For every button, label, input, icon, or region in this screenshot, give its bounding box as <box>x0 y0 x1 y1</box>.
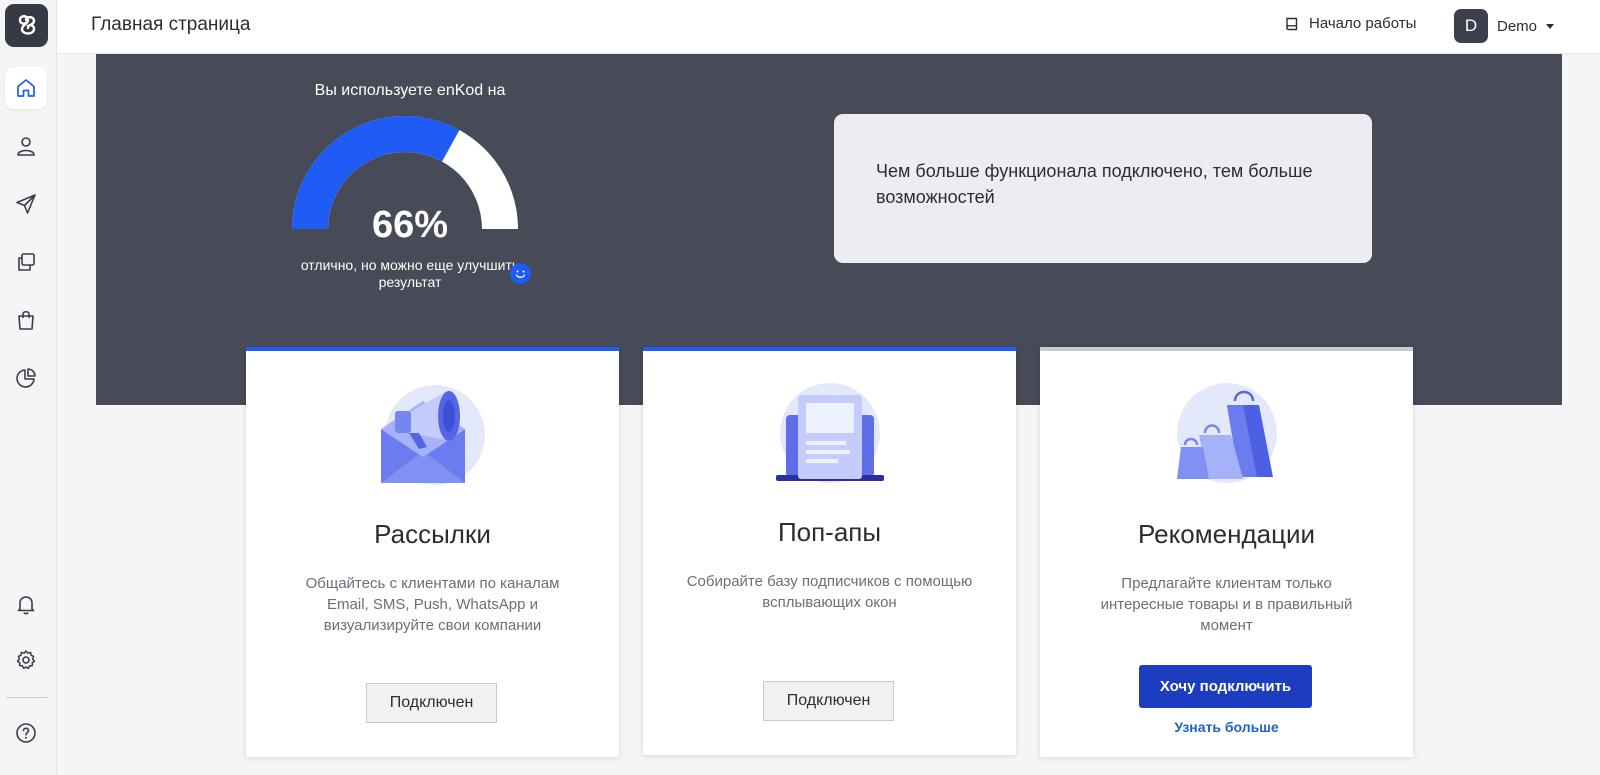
user-icon <box>17 137 35 156</box>
shopping-bags-icon <box>1177 383 1277 483</box>
sidebar-item-analytics[interactable] <box>5 357 47 399</box>
book-icon <box>1286 17 1298 30</box>
sidebar-item-notifications[interactable] <box>5 583 47 625</box>
sidebar-item-contacts[interactable] <box>5 125 47 167</box>
paper-plane-icon <box>16 194 36 214</box>
help-icon <box>16 723 36 743</box>
sidebar-item-products[interactable] <box>5 299 47 341</box>
enkod-logo[interactable] <box>5 4 48 47</box>
sidebar <box>0 0 57 775</box>
sidebar-divider <box>6 697 47 698</box>
shopping-bag-icon <box>18 310 34 330</box>
info-box: Чем больше функционала подключено, тем б… <box>834 114 1372 263</box>
sidebar-item-help[interactable] <box>5 712 47 754</box>
card-recommendations: Рекомендации Предлагайте клиентам только… <box>1040 347 1413 757</box>
connected-status-button: Подключен <box>366 683 497 723</box>
avatar: D <box>1454 9 1488 43</box>
pie-chart-icon <box>16 368 36 388</box>
gauge-title: Вы используете enKod на <box>314 82 506 99</box>
card-description: Собирайте базу подписчиков с помощью всп… <box>686 573 973 611</box>
top-bar: Главная страница Начало работы D Demo <box>57 0 1600 54</box>
sidebar-item-settings[interactable] <box>5 639 47 681</box>
copy-icon <box>18 253 35 271</box>
home-icon <box>17 79 35 97</box>
laptop-popup-icon <box>776 383 884 483</box>
card-title: Рассылки <box>374 519 491 549</box>
connect-button[interactable]: Хочу подключить <box>1139 665 1312 708</box>
getting-started-label: Начало работы <box>1309 15 1417 32</box>
card-description: Общайтесь с клиентами по каналам Email, … <box>305 575 560 634</box>
card-mailings: Рассылки Общайтесь с клиентами по канала… <box>246 347 619 757</box>
user-name: Demo <box>1497 17 1538 35</box>
card-title: Поп-апы <box>777 517 882 547</box>
learn-more-link[interactable]: Узнать больше <box>1040 719 1413 735</box>
smile-icon <box>510 263 531 284</box>
sidebar-item-templates[interactable] <box>5 241 47 283</box>
card-popups: Поп-апы Собирайте базу подписчиков с пом… <box>643 347 1016 755</box>
connected-status-button: Подключен <box>763 681 894 721</box>
logo-icon <box>18 14 35 35</box>
sidebar-item-campaigns[interactable] <box>5 183 47 225</box>
card-title: Рекомендации <box>1137 519 1316 549</box>
user-menu[interactable]: D Demo <box>1454 9 1555 43</box>
megaphone-envelope-icon <box>381 385 485 485</box>
gauge-value: 66% <box>371 204 449 246</box>
chevron-down-icon <box>1546 23 1555 29</box>
gauge-caption: отлично, но можно еще улучшить результат <box>300 257 520 290</box>
page-title: Главная страница <box>91 14 251 35</box>
bell-icon <box>17 596 35 615</box>
getting-started-link[interactable]: Начало работы <box>1284 15 1416 32</box>
card-description: Предлагайте клиентам только интересные т… <box>1100 575 1353 634</box>
sidebar-item-home[interactable] <box>5 67 47 109</box>
gear-icon <box>16 650 36 670</box>
